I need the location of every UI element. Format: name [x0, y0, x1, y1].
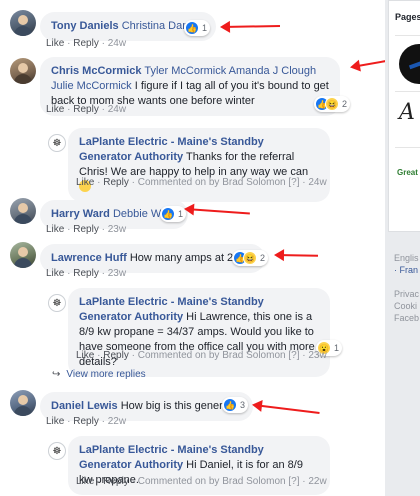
- like-link[interactable]: Like: [76, 350, 94, 361]
- help-link[interactable]: [?]: [288, 476, 299, 487]
- haha-reaction-icon: 😆: [325, 97, 339, 111]
- like-link[interactable]: Like: [46, 416, 64, 427]
- like-link[interactable]: Like: [46, 224, 64, 235]
- avatar[interactable]: [10, 58, 36, 84]
- footer-language[interactable]: Englis: [394, 252, 419, 264]
- reply-link[interactable]: Reply: [73, 38, 99, 49]
- reaction-summary[interactable]: 👍 😆 2: [314, 96, 351, 112]
- like-reaction-icon: 👍: [185, 21, 199, 35]
- reaction-summary[interactable]: 👍 3: [222, 397, 249, 413]
- commented-on: Commented on by Brad Solomon: [137, 177, 286, 188]
- reaction-summary[interactable]: 👍 1: [184, 20, 211, 36]
- timestamp[interactable]: 23w: [308, 350, 326, 361]
- timestamp[interactable]: 24w: [308, 177, 326, 188]
- footer-language-alt[interactable]: · Fran: [394, 264, 418, 276]
- help-link[interactable]: [?]: [288, 177, 299, 188]
- pages-panel: Pages A Great: [388, 0, 420, 232]
- timestamp[interactable]: 24w: [108, 38, 126, 49]
- like-link[interactable]: Like: [76, 476, 94, 487]
- help-link[interactable]: [?]: [288, 350, 299, 361]
- reply-link[interactable]: Reply: [103, 476, 129, 487]
- commented-on: Commented on by Brad Solomon: [137, 350, 286, 361]
- footer-cookies[interactable]: Cooki: [394, 300, 417, 312]
- comment-actions: Like · Reply · 23w: [46, 268, 127, 279]
- page-thumbnail[interactable]: Great: [395, 147, 420, 197]
- page-thumbnail[interactable]: [395, 35, 420, 85]
- page-avatar[interactable]: ☸: [48, 134, 66, 152]
- like-reaction-icon: 👍: [223, 398, 237, 412]
- reply-link[interactable]: Reply: [73, 416, 99, 427]
- avatar[interactable]: [10, 390, 36, 416]
- reaction-summary[interactable]: 👍 😆 2: [232, 250, 269, 266]
- pages-title: Pages: [395, 12, 420, 22]
- footer-privacy[interactable]: Privac: [394, 288, 419, 300]
- page-logo: [399, 44, 420, 84]
- timestamp[interactable]: 24w: [108, 104, 126, 115]
- comments-feed: Tony Daniels Christina Daniels 👍 1 Like …: [0, 0, 385, 496]
- page-logo: Great: [397, 168, 418, 177]
- comment-author[interactable]: Chris McCormick: [51, 65, 141, 77]
- reply-actions: Like · Reply · Commented on by Brad Solo…: [76, 177, 327, 188]
- reply-link[interactable]: Reply: [103, 177, 129, 188]
- avatar[interactable]: [10, 10, 36, 36]
- annotation-arrow: [275, 254, 319, 257]
- page-logo: A: [399, 100, 415, 125]
- reaction-summary[interactable]: 👍 1: [160, 206, 187, 222]
- reply-link[interactable]: Reply: [73, 104, 99, 115]
- page-avatar[interactable]: ☸: [48, 442, 66, 460]
- page-thumbnail[interactable]: A: [395, 91, 420, 141]
- timestamp[interactable]: 22w: [308, 476, 326, 487]
- timestamp[interactable]: 23w: [108, 224, 126, 235]
- like-link[interactable]: Like: [46, 38, 64, 49]
- avatar[interactable]: [10, 198, 36, 224]
- reply-bubble: LaPlante Electric - Maine's Standby Gene…: [68, 288, 330, 377]
- comment-author[interactable]: Lawrence Huff: [51, 252, 127, 264]
- page-avatar[interactable]: ☸: [48, 294, 66, 312]
- reply-link[interactable]: Reply: [103, 350, 129, 361]
- reply-arrow-icon: ↪: [52, 369, 61, 380]
- comment-author[interactable]: Daniel Lewis: [51, 400, 118, 412]
- timestamp[interactable]: 23w: [108, 268, 126, 279]
- view-more-replies[interactable]: ↪ View more replies: [52, 369, 146, 380]
- annotation-arrow: [185, 208, 250, 215]
- like-link[interactable]: Like: [76, 177, 94, 188]
- timestamp[interactable]: 22w: [108, 416, 126, 427]
- reply-link[interactable]: Reply: [73, 224, 99, 235]
- reply-link[interactable]: Reply: [73, 268, 99, 279]
- right-sidebar: Pages A Great Englis · Fran Privac Cooki…: [388, 0, 420, 496]
- comment-actions: Like · Reply · 24w: [46, 38, 127, 49]
- comment-actions: Like · Reply · 23w: [46, 224, 127, 235]
- comment-actions: Like · Reply · 24w: [46, 104, 127, 115]
- footer-facebook[interactable]: Faceb: [394, 312, 419, 324]
- comment-author[interactable]: Harry Ward: [51, 208, 110, 220]
- like-reaction-icon: 👍: [161, 207, 175, 221]
- haha-reaction-icon: 😆: [243, 251, 257, 265]
- reply-bubble: LaPlante Electric - Maine's Standby Gene…: [68, 128, 330, 202]
- reply-actions: Like · Reply · Commented on by Brad Solo…: [76, 350, 327, 361]
- comment-author[interactable]: Tony Daniels: [51, 20, 119, 32]
- avatar[interactable]: [10, 242, 36, 268]
- comment-actions: Like · Reply · 22w: [46, 416, 127, 427]
- commented-on: Commented on by Brad Solomon: [137, 476, 286, 487]
- like-link[interactable]: Like: [46, 268, 64, 279]
- annotation-arrow: [351, 59, 385, 68]
- annotation-arrow: [253, 404, 320, 415]
- like-link[interactable]: Like: [46, 104, 64, 115]
- reply-actions: Like · Reply · Commented on by Brad Solo…: [76, 476, 327, 487]
- annotation-arrow: [221, 24, 281, 28]
